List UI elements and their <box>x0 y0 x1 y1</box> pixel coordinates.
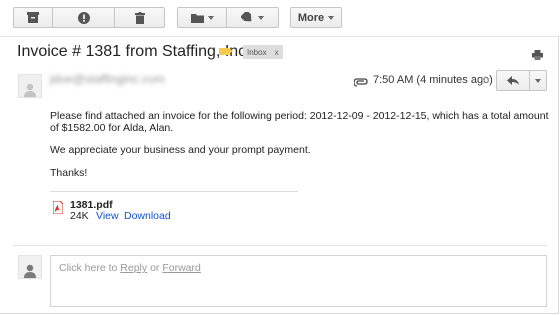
star-icon[interactable]: ☆ <box>480 72 492 88</box>
attachment-divider <box>50 191 298 192</box>
chevron-down-icon <box>207 15 214 20</box>
report-spam-button[interactable] <box>53 7 115 28</box>
more-label: More <box>297 11 325 24</box>
reply-link[interactable]: Reply <box>120 262 147 274</box>
archive-icon <box>27 12 39 23</box>
delete-icon <box>134 11 145 24</box>
sender-email[interactable]: jdoe@staffinginc.com <box>50 72 165 86</box>
remove-label-button[interactable]: x <box>275 48 279 57</box>
attachment-icon <box>353 74 368 92</box>
quick-reply-box[interactable]: Click here to Reply or Forward <box>50 255 547 307</box>
print-button[interactable] <box>532 47 543 65</box>
message-separator <box>13 245 547 246</box>
archive-button[interactable] <box>13 7 53 28</box>
reply-button[interactable] <box>496 70 530 91</box>
reply-prompt-or: or <box>150 262 160 274</box>
sender-avatar <box>18 74 42 98</box>
folder-icon <box>190 13 204 23</box>
reply-prompt: Click here to Reply or Forward <box>59 262 201 274</box>
more-reply-options-button[interactable] <box>529 70 547 91</box>
report-spam-icon <box>77 11 90 24</box>
inbox-chip-label: Inbox <box>247 47 267 57</box>
label-tag-icon <box>241 12 252 22</box>
person-icon <box>24 264 36 278</box>
move-to-button[interactable] <box>177 7 227 28</box>
attachment-size: 24K <box>70 210 89 222</box>
message-body-paragraph: We appreciate your business and your pro… <box>50 144 311 156</box>
my-avatar <box>18 255 42 279</box>
person-icon <box>24 83 36 97</box>
thread-subject: Invoice # 1381 from Staffing, Inc. <box>17 43 251 60</box>
forward-link[interactable]: Forward <box>162 262 201 274</box>
chevron-down-icon <box>535 78 541 83</box>
important-label-icon[interactable] <box>219 48 233 55</box>
more-button[interactable]: More <box>290 7 342 28</box>
attachment-download-link[interactable]: Download <box>124 210 171 222</box>
delete-button[interactable] <box>115 7 165 28</box>
print-icon <box>532 50 543 60</box>
message-body-paragraph: Please find attached an invoice for the … <box>50 110 549 134</box>
chevron-down-icon <box>328 15 335 20</box>
reply-arrow-icon <box>507 76 519 85</box>
labels-button[interactable] <box>227 7 279 28</box>
pdf-file-icon <box>52 200 64 215</box>
attachment-view-link[interactable]: View <box>96 210 119 222</box>
toolbar: More <box>0 0 560 37</box>
inbox-label-chip[interactable]: Inbox x <box>243 45 283 59</box>
message-body-paragraph: Thanks! <box>50 167 88 179</box>
reply-prompt-prefix: Click here to <box>59 262 118 274</box>
chevron-down-icon <box>258 15 264 20</box>
message-time: 7:50 AM (4 minutes ago) <box>373 74 493 86</box>
